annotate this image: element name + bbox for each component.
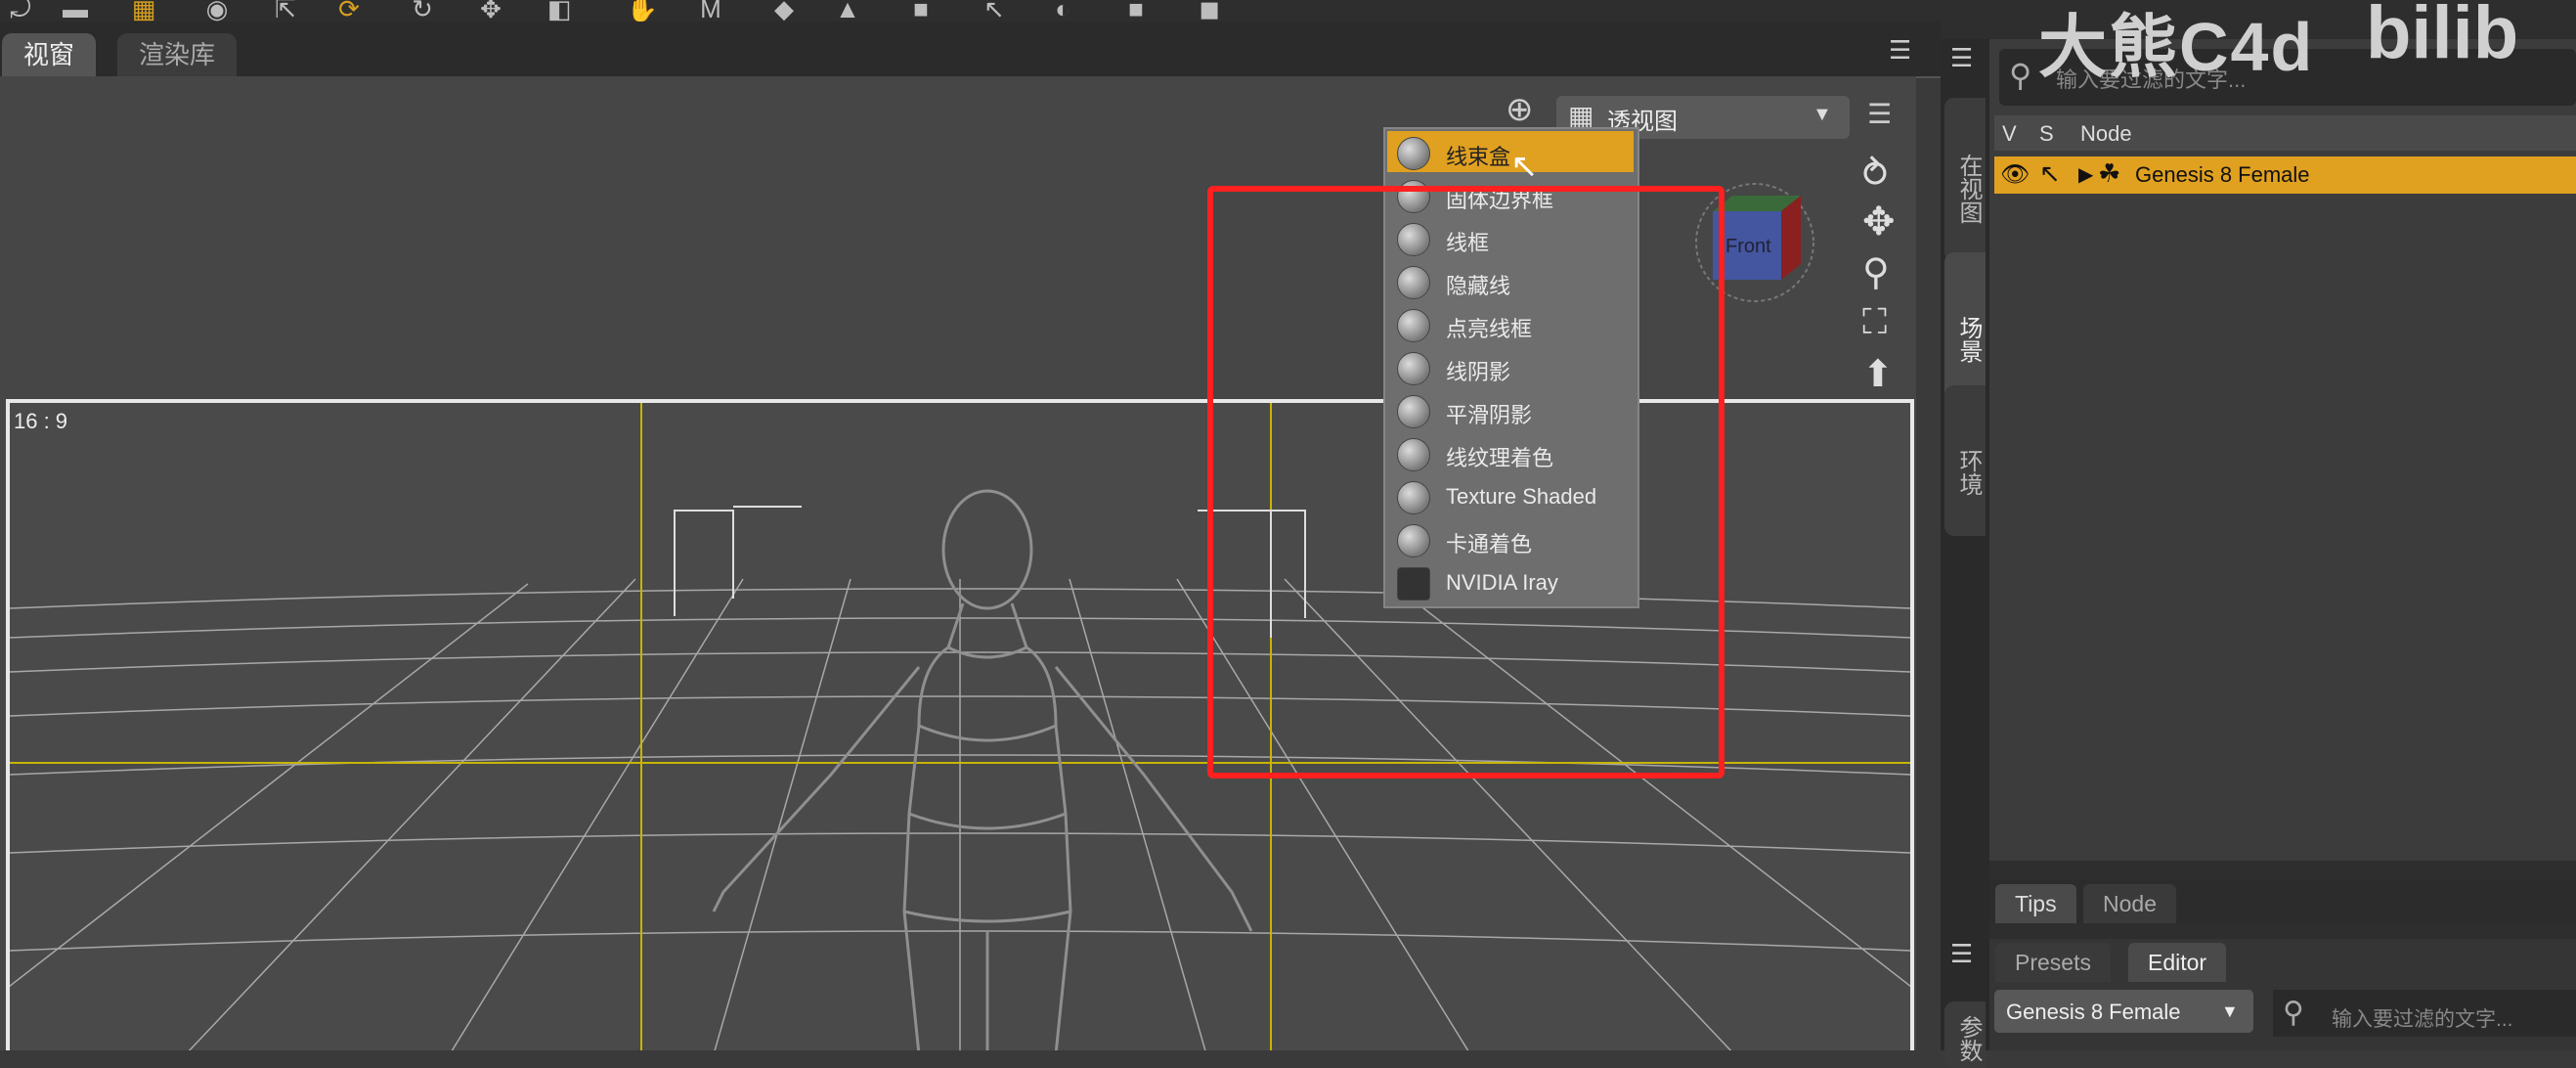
tab-tips[interactable]: Tips: [1995, 884, 2076, 923]
mouse-cursor-icon: ↖: [1510, 148, 1539, 185]
tab-in-view[interactable]: 在视图: [1944, 98, 1986, 262]
column-node[interactable]: Node: [2080, 121, 2132, 147]
parameters-search-input[interactable]: ⚲ 输入要过滤的文字...: [2273, 990, 2576, 1037]
scene-column-header: V S Node: [1994, 115, 2576, 151]
chevron-down-icon: ▼: [1812, 104, 1832, 125]
toolbar-icon[interactable]: ↻: [406, 0, 439, 22]
globe-icon[interactable]: ⊕: [1506, 90, 1534, 129]
toolbar-icon[interactable]: ⤾: [4, 0, 37, 22]
tab-viewport[interactable]: 视窗: [2, 33, 97, 76]
pan-icon[interactable]: ✥: [1862, 200, 1896, 245]
bounding-box-icon: [1397, 137, 1430, 170]
viewport-tab-bar: 视窗 渲染库 ☰: [0, 22, 1941, 78]
chevron-down-icon: ▼: [2221, 1001, 2239, 1021]
column-v[interactable]: V: [2002, 121, 2017, 147]
svg-text:Front: Front: [1725, 236, 1771, 257]
tab-presets[interactable]: Presets: [1995, 943, 2111, 982]
figure-icon: ☘: [2098, 158, 2121, 188]
bilibili-logo: bilib: [2366, 0, 2519, 74]
top-toolbar: ⤾ ▬ ▦ ◉ ⇱ ⟳ ↻ ✥ ◧ ✋ M ◆ ▲ ■ ↖ ◐ ■ ◼: [0, 0, 1941, 22]
figure-dropdown[interactable]: Genesis 8 Female ▼: [1994, 990, 2253, 1033]
toolbar-icon[interactable]: M: [694, 0, 727, 22]
frame-icon[interactable]: ⛶: [1862, 301, 1887, 343]
panel-menu-icon[interactable]: ☰: [1889, 35, 1911, 66]
panel-menu-icon[interactable]: ☰: [1950, 939, 1973, 969]
toolbar-icon[interactable]: ◉: [200, 0, 234, 22]
visibility-eye-icon[interactable]: 👁: [2000, 160, 2030, 189]
toolbar-icon[interactable]: ◼: [1193, 0, 1226, 22]
reset-view-icon[interactable]: ⬆: [1862, 352, 1894, 396]
panel-menu-icon[interactable]: ☰: [1950, 43, 1973, 73]
viewport-3d[interactable]: ⊕ ▦ 透视图 ▼ ☰ Front ⥁ ✥ ⚲ ⛶ ⬆ 16: 9 线束盒 固…: [0, 76, 1916, 1050]
watermark-text: 大熊C4d: [2038, 9, 2315, 85]
scene-node-row[interactable]: 👁 ↖ ▶ ☘ Genesis 8 Female: [1994, 156, 2576, 194]
toolbar-icon[interactable]: ⇱: [269, 0, 302, 22]
search-icon: ⚲: [2283, 997, 2304, 1029]
tab-environment[interactable]: 环境: [1944, 385, 1986, 536]
toolbar-icon[interactable]: ◐: [1046, 0, 1079, 22]
annotation-highlight-box: [1207, 186, 1725, 779]
node-name: Genesis 8 Female: [2135, 162, 2310, 187]
search-icon: ⚲: [2009, 58, 2032, 93]
tab-scene[interactable]: 场景: [1944, 252, 1986, 403]
orbit-icon[interactable]: ⥁: [1862, 153, 1888, 197]
aspect-ratio-label: 16 : 9: [14, 409, 68, 433]
toolbar-icon[interactable]: ▬: [59, 0, 92, 22]
toolbar-icon[interactable]: ■: [904, 0, 938, 22]
toolbar-icon[interactable]: ▦: [127, 0, 160, 22]
tips-tab-bar: Tips Node: [1989, 880, 2576, 923]
select-arrow-icon[interactable]: ↖: [2039, 158, 2061, 189]
tab-render-library[interactable]: 渲染库: [117, 33, 238, 76]
tab-parameters[interactable]: 参数: [1944, 1001, 1986, 1068]
toolbar-icon[interactable]: ◆: [767, 0, 801, 22]
expand-arrow-icon[interactable]: ▶: [2078, 162, 2093, 187]
toolbar-icon[interactable]: ■: [1119, 0, 1153, 22]
tab-node[interactable]: Node: [2083, 884, 2176, 923]
zoom-icon[interactable]: ⚲: [1862, 250, 1890, 294]
column-s[interactable]: S: [2039, 121, 2054, 147]
side-tab-strip: ☰ 在视图 场景 环境 ☰ 参数: [1941, 39, 1989, 1068]
toolbar-icon[interactable]: ▲: [831, 0, 864, 22]
toolbar-icon[interactable]: ◧: [543, 0, 576, 22]
toolbar-icon[interactable]: ✥: [474, 0, 507, 22]
figure-dropdown-label: Genesis 8 Female: [2006, 1000, 2181, 1024]
tab-editor[interactable]: Editor: [2128, 943, 2227, 982]
toolbar-icon[interactable]: ⟳: [332, 0, 366, 22]
toolbar-icon[interactable]: ↖: [978, 0, 1011, 22]
toolbar-icon[interactable]: ✋: [626, 0, 659, 22]
viewport-options-icon[interactable]: ☰: [1867, 98, 1892, 130]
search-placeholder: 输入要过滤的文字...: [2332, 1008, 2513, 1031]
